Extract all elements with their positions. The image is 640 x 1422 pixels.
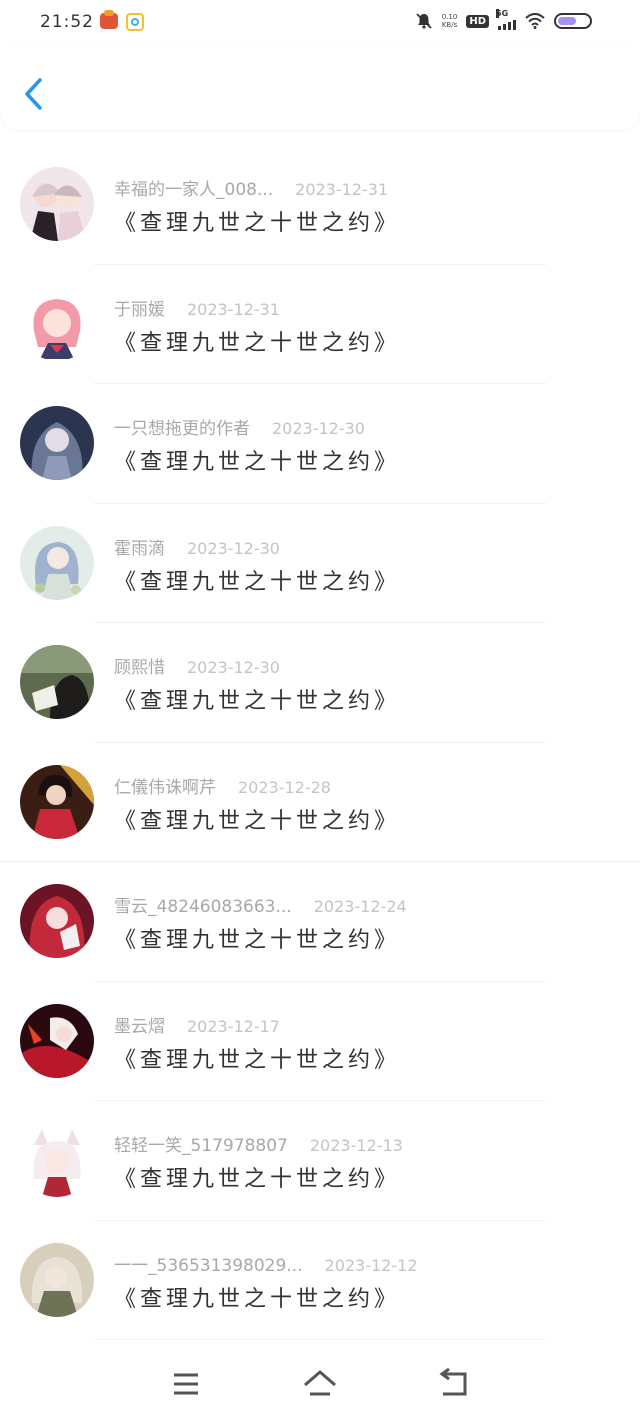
browser-notification-icon	[126, 13, 144, 31]
system-nav-bar	[0, 1346, 640, 1422]
signal-5g-icon: 5G	[496, 9, 516, 30]
network-type-label: 5G	[496, 9, 509, 18]
wifi-icon	[525, 13, 545, 29]
user-name[interactable]: 墨云熠	[114, 1012, 165, 1037]
notification-icons	[100, 10, 144, 31]
list-item[interactable]: 轻轻一笑_517978807 2023-12-13 《查理九世之十世之约》	[0, 1101, 640, 1221]
comment-text[interactable]: 《查理九世之十世之约》	[114, 1281, 400, 1313]
network-speed: 0.10 KB/s	[441, 13, 458, 29]
app-notification-icon	[100, 10, 118, 29]
comment-meta: 墨云熠 2023-12-17	[114, 1012, 280, 1037]
status-indicators: 0.10 KB/s HD 5G	[415, 9, 592, 30]
comment-text[interactable]: 《查理九世之十世之约》	[114, 564, 400, 596]
menu-icon[interactable]	[166, 1368, 206, 1400]
comment-meta: 一一_536531398029... 2023-12-12	[114, 1251, 418, 1276]
comment-meta: 顾熙惜 2023-12-30	[114, 653, 280, 678]
avatar[interactable]	[20, 1003, 94, 1078]
user-name[interactable]: 一一_536531398029...	[114, 1251, 303, 1276]
comment-meta: 霍雨滴 2023-12-30	[114, 534, 280, 559]
back-arrow-icon[interactable]	[16, 76, 52, 112]
comment-text[interactable]: 《查理九世之十世之约》	[114, 1042, 400, 1074]
user-name[interactable]: 轻轻一笑_517978807	[114, 1131, 288, 1156]
comment-date: 2023-12-30	[187, 538, 280, 558]
comment-date: 2023-12-24	[313, 897, 407, 916]
status-time: 21:52	[40, 12, 94, 32]
avatar[interactable]	[20, 1123, 94, 1197]
comment-text[interactable]: 《查理九世之十世之约》	[114, 444, 400, 476]
comment-text[interactable]: 《查理九世之十世之约》	[114, 683, 400, 715]
home-icon[interactable]	[300, 1368, 340, 1400]
comment-date: 2023-12-28	[238, 777, 331, 797]
user-name[interactable]: 幸福的一家人_008...	[114, 175, 273, 200]
comment-date: 2023-12-13	[309, 1136, 403, 1155]
divider	[94, 1339, 546, 1340]
list-item[interactable]: 顾熙惜 2023-12-30 《查理九世之十世之约》	[0, 623, 640, 743]
comment-meta: 于丽媛 2023-12-31	[114, 295, 280, 320]
list-item[interactable]: 雪云_48246083663... 2023-12-24 《查理九世之十世之约》	[0, 862, 640, 982]
avatar[interactable]	[20, 406, 94, 480]
comment-date: 2023-12-17	[187, 1016, 280, 1036]
comment-text[interactable]: 《查理九世之十世之约》	[114, 1161, 400, 1193]
battery-icon	[554, 13, 592, 29]
comment-text[interactable]: 《查理九世之十世之约》	[114, 205, 400, 237]
hd-badge: HD	[466, 14, 489, 28]
list-item[interactable]: 幸福的一家人_008... 2023-12-31 《查理九世之十世之约》	[0, 145, 640, 265]
avatar[interactable]	[20, 645, 94, 719]
list-item[interactable]: 霍雨滴 2023-12-30 《查理九世之十世之约》	[0, 504, 640, 623]
comment-list: 幸福的一家人_008... 2023-12-31 《查理九世之十世之约》 于丽媛 2…	[0, 145, 640, 1340]
comment-date: 2023-12-12	[324, 1255, 418, 1275]
list-item[interactable]: 一只想拖更的作者 2023-12-30 《查理九世之十世之约》	[0, 384, 640, 504]
list-item[interactable]: 仁儀伟诛啊芹 2023-12-28 《查理九世之十世之约》	[0, 743, 640, 862]
comment-date: 2023-12-30	[187, 658, 280, 677]
list-item[interactable]: 于丽媛 2023-12-31 《查理九世之十世之约》	[0, 265, 640, 384]
list-item[interactable]: 墨云熠 2023-12-17 《查理九世之十世之约》	[0, 982, 640, 1101]
avatar[interactable]	[20, 764, 94, 839]
comment-meta: 一只想拖更的作者 2023-12-30	[114, 414, 365, 439]
back-nav-icon[interactable]	[434, 1368, 474, 1400]
page-header	[0, 46, 640, 130]
comment-date: 2023-12-30	[272, 419, 365, 438]
comment-meta: 雪云_48246083663... 2023-12-24	[114, 892, 407, 917]
comment-meta: 幸福的一家人_008... 2023-12-31	[114, 175, 389, 200]
avatar[interactable]	[20, 525, 94, 600]
avatar[interactable]	[20, 167, 94, 241]
list-item[interactable]: 一一_536531398029... 2023-12-12 《查理九世之十世之约》	[0, 1221, 640, 1340]
comment-text[interactable]: 《查理九世之十世之约》	[114, 803, 400, 835]
comment-text[interactable]: 《查理九世之十世之约》	[114, 922, 400, 954]
comment-meta: 仁儀伟诛啊芹 2023-12-28	[114, 773, 331, 798]
comment-text[interactable]: 《查理九世之十世之约》	[114, 325, 400, 357]
avatar[interactable]	[20, 286, 94, 361]
user-name[interactable]: 一只想拖更的作者	[114, 414, 250, 439]
user-name[interactable]: 顾熙惜	[114, 653, 165, 678]
avatar[interactable]	[20, 884, 94, 958]
avatar[interactable]	[20, 1242, 94, 1317]
comment-meta: 轻轻一笑_517978807 2023-12-13	[114, 1131, 403, 1156]
comment-date: 2023-12-31	[187, 299, 280, 319]
user-name[interactable]: 雪云_48246083663...	[114, 892, 292, 917]
status-bar: 21:52 0.10 KB/s HD 5G	[0, 0, 640, 46]
mute-bell-icon	[416, 13, 432, 29]
user-name[interactable]: 仁儀伟诛啊芹	[114, 773, 216, 798]
user-name[interactable]: 于丽媛	[114, 295, 165, 320]
user-name[interactable]: 霍雨滴	[114, 534, 165, 559]
comment-date: 2023-12-31	[295, 180, 389, 199]
